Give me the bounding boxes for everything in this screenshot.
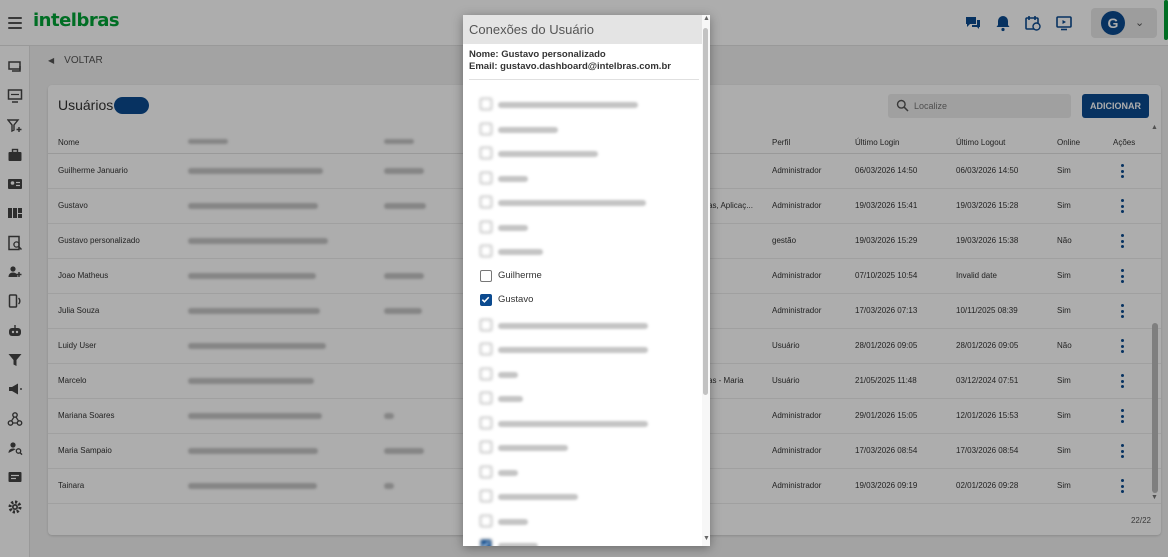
scroll-down-icon[interactable]: ▼ xyxy=(703,535,710,542)
connection-checkbox[interactable] xyxy=(480,294,492,306)
user-email-line: Email: gustavo.dashboard@intelbras.com.b… xyxy=(469,61,671,72)
blurred-connection-label xyxy=(498,151,598,157)
connection-checkbox[interactable] xyxy=(480,171,492,184)
blurred-connection-label xyxy=(498,126,558,133)
connection-checkbox[interactable] xyxy=(480,392,492,404)
connections-list: Guilherme Gustavo xyxy=(463,93,703,546)
blurred-connection-label xyxy=(498,371,518,378)
connection-label: Guilherme xyxy=(498,269,542,281)
connection-item[interactable] xyxy=(480,97,690,113)
blurred-connection-label xyxy=(498,347,648,353)
divider xyxy=(469,79,699,80)
user-connections-dialog: Conexões do Usuário Nome: Gustavo person… xyxy=(463,15,710,546)
blurred-connection-label xyxy=(498,469,518,476)
connection-checkbox[interactable] xyxy=(480,318,492,331)
blurred-connection-label xyxy=(498,102,638,108)
connection-label: Gustavo xyxy=(498,294,534,305)
blurred-connection-label xyxy=(498,200,646,206)
connection-checkbox[interactable] xyxy=(480,98,492,110)
connection-checkbox[interactable] xyxy=(480,514,492,527)
connection-item[interactable] xyxy=(480,318,690,334)
connection-item[interactable] xyxy=(480,171,690,187)
blurred-connection-label xyxy=(498,396,523,402)
check-icon xyxy=(481,296,490,303)
connection-checkbox[interactable] xyxy=(480,147,492,159)
blurred-connection-label xyxy=(498,445,568,451)
connection-checkbox[interactable] xyxy=(480,269,492,282)
connection-item[interactable] xyxy=(480,342,690,358)
user-name-line: Nome: Gustavo personalizado xyxy=(469,49,606,60)
connection-item[interactable] xyxy=(480,244,690,260)
connection-checkbox[interactable] xyxy=(480,539,492,546)
connection-checkbox[interactable] xyxy=(480,465,492,478)
blurred-connection-label xyxy=(498,518,528,525)
connection-item[interactable] xyxy=(480,416,690,432)
dialog-scrollbar[interactable]: ▲ ▼ xyxy=(702,15,710,546)
user-info: Nome: Gustavo personalizado Email: gusta… xyxy=(469,49,671,73)
connection-item[interactable]: Guilherme xyxy=(480,269,690,285)
dialog-title: Conexões do Usuário xyxy=(469,22,595,37)
connection-item[interactable] xyxy=(480,146,690,162)
connection-item[interactable] xyxy=(480,489,690,505)
blurred-connection-label xyxy=(498,420,648,427)
connection-item[interactable] xyxy=(480,122,690,138)
check-icon xyxy=(481,541,490,546)
connection-checkbox[interactable] xyxy=(480,441,492,453)
connection-checkbox[interactable] xyxy=(480,367,492,380)
connection-item[interactable] xyxy=(480,465,690,481)
blurred-connection-label xyxy=(498,249,543,255)
connection-checkbox[interactable] xyxy=(480,490,492,502)
blurred-connection-label xyxy=(498,494,578,500)
connection-item[interactable] xyxy=(480,195,690,211)
connection-item[interactable] xyxy=(480,391,690,407)
blurred-connection-label xyxy=(498,322,648,329)
blurred-connection-label xyxy=(498,224,528,231)
connection-item[interactable] xyxy=(480,538,690,546)
connection-item[interactable] xyxy=(480,514,690,530)
connection-item[interactable]: Gustavo xyxy=(480,293,690,309)
dialog-header: Conexões do Usuário xyxy=(463,15,710,44)
connection-item[interactable] xyxy=(480,367,690,383)
connection-checkbox[interactable] xyxy=(480,122,492,135)
blurred-connection-label xyxy=(498,543,538,546)
connection-checkbox[interactable] xyxy=(480,196,492,208)
connection-checkbox[interactable] xyxy=(480,245,492,257)
connection-checkbox[interactable] xyxy=(480,220,492,233)
blurred-connection-label xyxy=(498,175,528,182)
connection-item[interactable] xyxy=(480,220,690,236)
scroll-up-icon[interactable]: ▲ xyxy=(703,15,710,22)
connection-checkbox[interactable] xyxy=(480,416,492,429)
connection-item[interactable] xyxy=(480,440,690,456)
connection-checkbox[interactable] xyxy=(480,343,492,355)
scroll-thumb[interactable] xyxy=(703,28,708,395)
